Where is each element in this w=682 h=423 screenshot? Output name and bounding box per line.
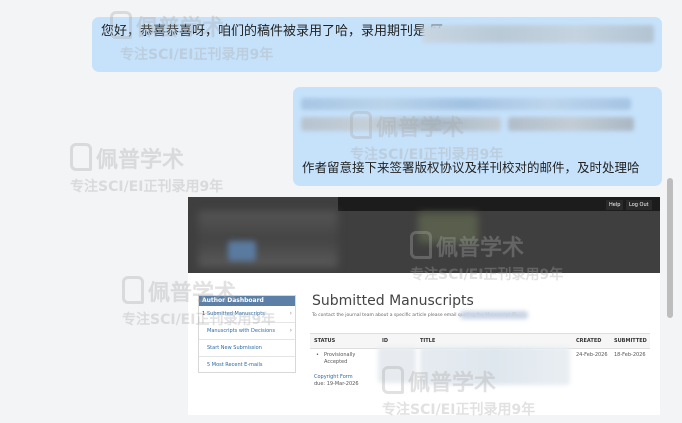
row-due-date: due: 19-Mar-2026: [314, 381, 359, 387]
redacted-manuscript-id: [378, 347, 416, 383]
message-text-2: 作者留意接下来签署版权协议及样刊校对的邮件，及时处理哈: [302, 160, 640, 175]
chevron-right-icon: ›: [289, 327, 292, 334]
screenshot-image[interactable]: Help Log Out Author Dashboard 1 Submitte…: [188, 197, 660, 415]
dashboard-item-label: 5 Most Recent E-mails: [207, 362, 263, 368]
redacted-journal-name: [422, 25, 654, 43]
bullet-icon: •: [316, 352, 319, 358]
col-title: TITLE: [420, 338, 436, 344]
dashboard-title: Author Dashboard: [199, 296, 295, 306]
row-created-date: 24-Feb-2026: [576, 352, 608, 358]
col-status: STATUS: [314, 338, 336, 344]
dashboard-item-decisions[interactable]: Manuscripts with Decisions ›: [199, 323, 295, 340]
dashboard-item-label: Start New Submission: [207, 345, 262, 351]
chevron-right-icon: ›: [289, 310, 292, 317]
row-submitted-date: 18-Feb-2026: [614, 352, 646, 358]
redacted-text-line-1: [301, 98, 631, 110]
banner-blur-right: [418, 213, 478, 243]
col-submitted: SUBMITTED: [614, 338, 647, 344]
redacted-text-line-3: [508, 117, 634, 131]
col-created: CREATED: [576, 338, 602, 344]
message-bubble-2: 作者留意接下来签署版权协议及样刊校对的邮件，及时处理哈: [293, 87, 662, 186]
banner-blur-accent: [228, 241, 256, 261]
row-status: Provisionally Accepted: [324, 352, 356, 365]
dashboard-item-label: Manuscripts with Decisions: [207, 328, 275, 334]
redacted-text-line-2: [301, 117, 501, 131]
watermark: 佩普学术 专注SCI/EI正刊录用9年: [70, 142, 223, 196]
col-id: ID: [382, 338, 389, 344]
watermark-brand: 佩普学术: [96, 148, 185, 173]
logout-button[interactable]: Log Out: [626, 200, 652, 210]
scrollbar-thumb[interactable]: [667, 178, 673, 318]
message-bubble-1: 您好，恭喜恭喜呀，咱们的稿件被录用了哈，录用期刊是 区: [92, 17, 662, 72]
redacted-email: [460, 311, 528, 319]
dashboard-count: 1: [202, 311, 206, 317]
help-button[interactable]: Help: [606, 200, 624, 210]
journal-banner: Help Log Out: [188, 197, 660, 273]
redacted-title: [420, 347, 570, 385]
section-title: Submitted Manuscripts: [312, 293, 474, 309]
copyright-form-link[interactable]: Copyright Form: [314, 374, 353, 381]
author-dashboard-panel: Author Dashboard 1 Submitted Manuscripts…: [198, 295, 296, 373]
brand-logo-icon: [122, 276, 144, 304]
watermark-slogan: 专注SCI/EI正刊录用9年: [70, 179, 224, 195]
dashboard-item-label: Submitted Manuscripts: [207, 311, 265, 317]
banner-blur-left: [198, 211, 338, 267]
dashboard-item-submitted[interactable]: 1 Submitted Manuscripts ›: [199, 306, 295, 323]
dashboard-item-emails[interactable]: 5 Most Recent E-mails: [199, 357, 295, 373]
brand-logo-icon: [70, 143, 92, 171]
dashboard-item-new-submission[interactable]: Start New Submission: [199, 340, 295, 357]
